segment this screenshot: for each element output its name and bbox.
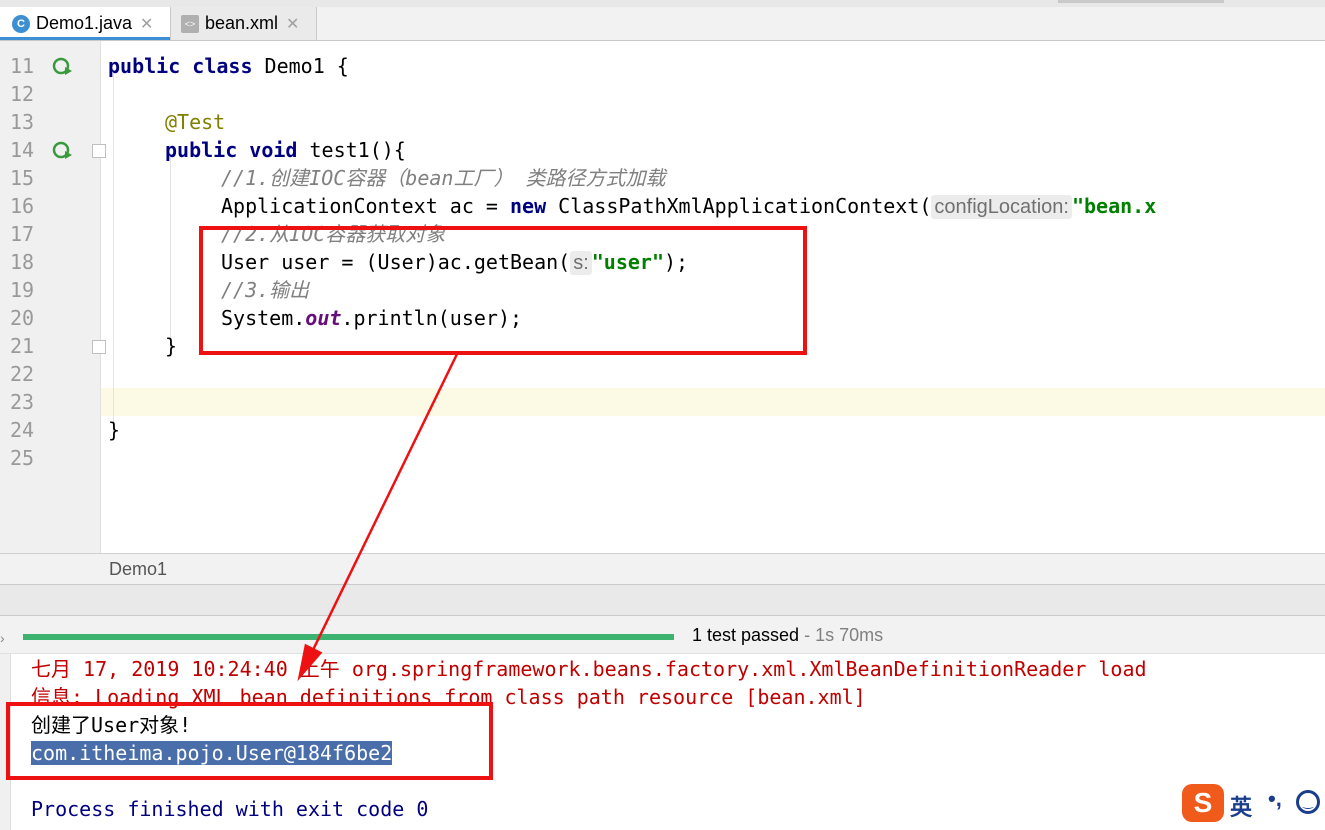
code-text: ApplicationContext ac = new ClassPathXml… [221, 194, 1157, 219]
chevron-right-icon[interactable]: › [0, 630, 5, 646]
run-test-icon[interactable] [52, 140, 72, 160]
parameter-hint: configLocation: [931, 195, 1072, 219]
emoji-icon[interactable]: ‿ [1296, 790, 1320, 814]
tab-demo1-java[interactable]: C Demo1.java ✕ [0, 7, 171, 40]
tab-label: Demo1.java [36, 13, 133, 33]
code-line-23: 23 [0, 388, 1325, 416]
code-line-13: 13 @Test [0, 108, 1325, 136]
active-tab-indicator [0, 37, 170, 40]
code-line-15: 15 //1.创建IOC容器（bean工厂） 类路径方式加载 [0, 164, 1325, 192]
sogou-logo-icon: S [1182, 784, 1224, 822]
line-number: 15 [10, 166, 35, 190]
code-line-24: 24 } [0, 416, 1325, 444]
run-test-icon[interactable] [52, 56, 72, 76]
line-number: 16 [10, 194, 35, 218]
xml-file-icon: <> [181, 14, 199, 33]
code-line-25: 25 [0, 444, 1325, 472]
code-text: } [108, 418, 121, 442]
test-progress-fill [23, 634, 674, 640]
breadcrumb-item[interactable]: Demo1 [109, 559, 167, 580]
breadcrumb: Demo1 [0, 553, 1325, 584]
line-number: 12 [10, 82, 35, 106]
line-number: 22 [10, 362, 35, 386]
code-line-22: 22 [0, 360, 1325, 388]
code-text: } [165, 334, 178, 358]
ime-mode[interactable]: 英 [1230, 790, 1252, 822]
code-text: @Test [165, 110, 226, 134]
horizontal-scrollbar-thumb[interactable] [1058, 0, 1224, 3]
line-number: 17 [10, 222, 35, 246]
close-icon[interactable]: ✕ [140, 14, 153, 34]
code-text: public class Demo1 { [108, 54, 349, 78]
line-number: 13 [10, 110, 35, 134]
ime-toolbar[interactable]: S 英 •, ‿ [1180, 784, 1325, 824]
editor-tab-bar: C Demo1.java ✕ <> bean.xml ✕ [0, 0, 1325, 41]
line-number: 23 [10, 390, 35, 414]
close-icon[interactable]: ✕ [286, 14, 299, 34]
highlight-box-code [199, 226, 807, 355]
tab-label: bean.xml [205, 13, 279, 33]
line-number: 11 [10, 54, 35, 78]
tab-bean-xml[interactable]: <> bean.xml ✕ [171, 7, 317, 40]
highlight-box-output [6, 702, 493, 780]
code-line-12: 12 [0, 80, 1325, 108]
test-run-bar: › 1 test passed - 1s 70ms [0, 615, 1325, 654]
java-class-icon: C [12, 14, 30, 33]
fold-icon[interactable] [92, 144, 106, 158]
console-line: 七月 17, 2019 10:24:40 上午 org.springframew… [31, 657, 1147, 681]
code-line-11: 11 public class Demo1 { [0, 52, 1325, 80]
line-number: 21 [10, 334, 35, 358]
console-line: Process finished with exit code 0 [31, 797, 429, 821]
line-number: 24 [10, 418, 35, 442]
code-text: public void test1(){ [165, 138, 406, 162]
line-number: 20 [10, 306, 35, 330]
line-number: 25 [10, 446, 35, 470]
test-progress-bar [23, 634, 674, 640]
line-number: 14 [10, 138, 35, 162]
code-line-14: 14 public void test1(){ [0, 136, 1325, 164]
test-status: 1 test passed - 1s 70ms [692, 625, 884, 645]
ime-punctuation[interactable]: •, [1268, 786, 1282, 812]
code-line-16: 16 ApplicationContext ac = new ClassPath… [0, 192, 1325, 220]
line-number: 19 [10, 278, 35, 302]
panel-divider [0, 584, 1325, 615]
line-number: 18 [10, 250, 35, 274]
fold-icon[interactable] [92, 340, 106, 354]
code-text: //1.创建IOC容器（bean工厂） 类路径方式加载 [221, 166, 666, 190]
